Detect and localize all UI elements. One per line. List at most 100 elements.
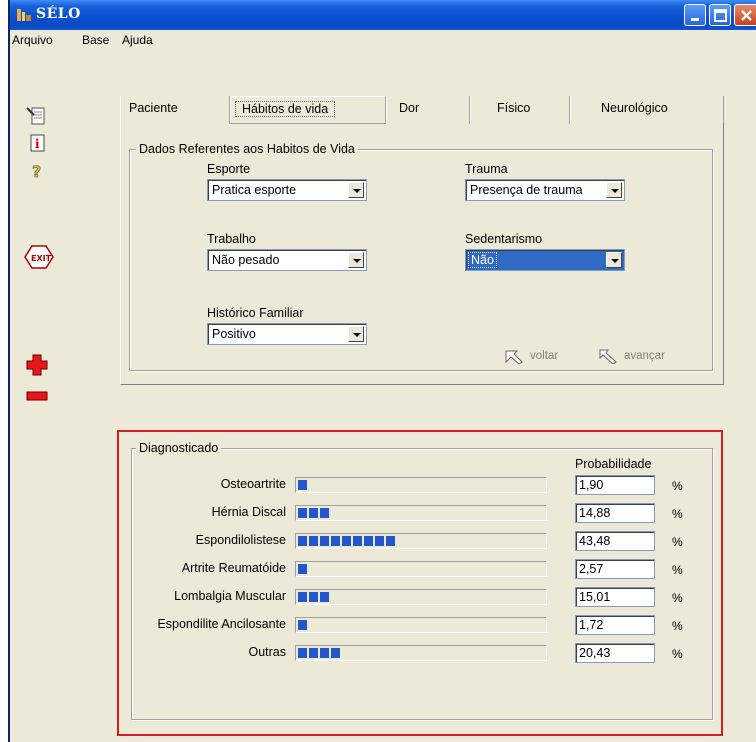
avancar-label: avançar <box>624 350 665 363</box>
probability-bar-block <box>353 536 362 546</box>
probability-bar <box>295 589 547 605</box>
probability-bar <box>295 505 547 521</box>
probability-header: Probabilidade <box>575 457 652 471</box>
probability-bar <box>295 645 547 661</box>
avancar-button[interactable]: avançar <box>598 348 665 365</box>
probability-bar-block <box>298 592 307 602</box>
probability-bar-block <box>320 536 329 546</box>
chevron-down-icon[interactable] <box>606 182 622 198</box>
menu-base[interactable]: Base <box>82 33 109 47</box>
percent-unit: % <box>672 619 683 633</box>
probability-bar-block <box>320 648 329 658</box>
tab-bar: Paciente Hábitos de vida Dor Físico Neur… <box>120 96 724 124</box>
exit-icon-text: EXIT <box>31 254 52 263</box>
diagnostics-group: Diagnosticado Probabilidade Osteoartrite… <box>131 441 713 720</box>
probability-bar-block <box>298 508 307 518</box>
back-arrow-icon <box>505 350 523 365</box>
app-window: SÉLO Arquivo Base Ajuda i ? EXIT Pacient… <box>8 0 756 742</box>
probability-value: 20,43 <box>579 646 611 660</box>
probability-value-field[interactable]: 20,43 <box>575 643 655 663</box>
tab-habitos-de-vida[interactable]: Hábitos de vida <box>230 96 386 124</box>
svg-text:i: i <box>35 137 40 151</box>
esporte-select[interactable]: Pratica esporte <box>207 179 367 201</box>
window-title: SÉLO <box>36 6 81 22</box>
menu-ajuda[interactable]: Ajuda <box>122 33 153 47</box>
trabalho-value: Não pesado <box>212 253 280 267</box>
notes-icon[interactable] <box>26 106 46 126</box>
sedentarismo-select[interactable]: Não <box>465 249 625 271</box>
remove-icon[interactable] <box>26 390 48 402</box>
diagnosis-label: Hérnia Discal <box>211 505 286 519</box>
minimize-button[interactable] <box>684 4 706 26</box>
probability-value-field[interactable]: 1,90 <box>575 475 655 495</box>
probability-bar-block <box>298 480 307 490</box>
tab-label: Neurológico <box>601 101 668 115</box>
probability-value: 2,57 <box>579 562 604 576</box>
tab-label: Paciente <box>129 101 178 115</box>
diagnostics-legend: Diagnosticado <box>136 441 222 455</box>
tab-neurologico[interactable]: Neurológico <box>570 96 724 124</box>
diagnostics-highlight-frame: Diagnosticado Probabilidade Osteoartrite… <box>117 430 723 736</box>
probability-value: 15,01 <box>579 590 611 604</box>
menu-bar: Arquivo Base Ajuda <box>10 30 756 50</box>
probability-value-field[interactable]: 14,88 <box>575 503 655 523</box>
maximize-button[interactable] <box>709 4 731 26</box>
habits-group-legend: Dados Referentes aos Habitos de Vida <box>136 142 358 156</box>
voltar-label: voltar <box>530 350 559 363</box>
esporte-value: Pratica esporte <box>212 183 297 197</box>
chevron-down-icon[interactable] <box>348 326 364 342</box>
tab-paciente[interactable]: Paciente <box>120 96 230 124</box>
probability-value-field[interactable]: 43,48 <box>575 531 655 551</box>
probability-bar <box>295 561 547 577</box>
forward-arrow-icon <box>599 349 617 365</box>
tab-label: Hábitos de vida <box>235 101 336 117</box>
percent-unit: % <box>672 591 683 605</box>
trauma-value: Presença de trauma <box>470 183 583 197</box>
help-icon[interactable]: ? <box>30 162 46 182</box>
probability-value-field[interactable]: 1,72 <box>575 615 655 635</box>
probability-bar-block <box>331 648 340 658</box>
app-icon <box>17 9 31 21</box>
diagnosis-label: Espondilite Ancilosante <box>157 617 286 631</box>
habits-group: Dados Referentes aos Habitos de Vida Esp… <box>129 142 713 371</box>
diagnosis-label: Osteoartrite <box>220 477 286 491</box>
exit-icon[interactable]: EXIT <box>24 244 54 270</box>
probability-value: 43,48 <box>579 534 611 548</box>
historico-label: Histórico Familiar <box>207 306 304 320</box>
tab-dor[interactable]: Dor <box>386 96 470 124</box>
probability-bar <box>295 533 547 549</box>
title-bar[interactable]: SÉLO <box>10 0 756 30</box>
probability-bar-block <box>298 648 307 658</box>
sedentarismo-value: Não <box>468 252 497 268</box>
close-icon <box>741 10 752 21</box>
probability-bar-block <box>342 536 351 546</box>
close-button[interactable] <box>734 4 756 26</box>
percent-unit: % <box>672 535 683 549</box>
tab-label: Dor <box>399 101 420 115</box>
percent-unit: % <box>672 647 683 661</box>
probability-value-field[interactable]: 2,57 <box>575 559 655 579</box>
probability-value-field[interactable]: 15,01 <box>575 587 655 607</box>
tab-fisico[interactable]: Físico <box>470 96 570 124</box>
probability-bar-block <box>309 508 318 518</box>
probability-bar-block <box>386 536 395 546</box>
chevron-down-icon[interactable] <box>606 252 622 268</box>
voltar-button[interactable]: voltar <box>504 348 559 365</box>
probability-bar-block <box>375 536 384 546</box>
info-icon[interactable]: i <box>30 134 46 152</box>
tab-panel-habitos: Dados Referentes aos Habitos de Vida Esp… <box>120 123 724 385</box>
trauma-select[interactable]: Presença de trauma <box>465 179 625 201</box>
chevron-down-icon[interactable] <box>348 252 364 268</box>
probability-bar-block <box>320 508 329 518</box>
diagnosis-label: Artrite Reumatóide <box>181 561 286 575</box>
chevron-down-icon[interactable] <box>348 182 364 198</box>
percent-unit: % <box>672 479 683 493</box>
menu-arquivo[interactable]: Arquivo <box>12 33 53 47</box>
historico-select[interactable]: Positivo <box>207 323 367 345</box>
minimize-icon <box>691 18 699 21</box>
trabalho-select[interactable]: Não pesado <box>207 249 367 271</box>
add-icon[interactable] <box>26 354 48 376</box>
probability-bar-block <box>298 620 307 630</box>
diagnosis-label: Lombalgia Muscular <box>174 589 286 603</box>
trabalho-label: Trabalho <box>207 232 256 246</box>
